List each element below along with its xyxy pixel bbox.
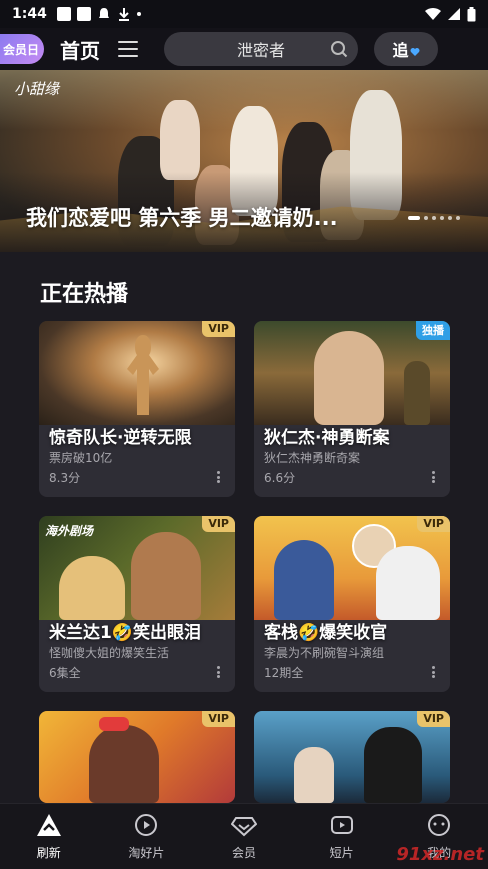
battery-icon: [467, 6, 476, 21]
figure-silhouette: [364, 727, 422, 803]
card-rating: 6.6分: [264, 471, 296, 485]
figure-silhouette: [127, 335, 159, 415]
follow-button[interactable]: 追: [374, 32, 438, 66]
bell-icon: [98, 8, 109, 18]
card-title: 米兰达1🤣笑出眼泪: [49, 623, 201, 643]
hero-banner[interactable]: 小甜缘 我们恋爱吧 第六季 男二邀请奶...: [0, 70, 488, 252]
figure-silhouette: [59, 556, 125, 620]
figure-silhouette: [274, 540, 334, 620]
video-card[interactable]: 海外剧场 VIP 米兰达1🤣笑出眼泪 怪咖傻大姐的爆笑生活 6集全: [39, 516, 235, 692]
play-circle-icon: [135, 814, 158, 836]
search-placeholder: 泄密者: [236, 41, 285, 60]
watermark: 91xz.net: [396, 844, 484, 865]
carousel-dot: [440, 216, 444, 220]
carousel-dot: [424, 216, 428, 220]
follow-label: 追: [392, 41, 409, 60]
overseas-drama-tag: 海外剧场: [45, 524, 94, 538]
carousel-dot: [448, 216, 452, 220]
figure-silhouette: [131, 532, 201, 620]
profile-icon: [428, 814, 451, 836]
dot-icon: [136, 12, 141, 16]
nav-label: 淘好片: [128, 846, 165, 860]
nav-shorts[interactable]: 短片: [302, 812, 382, 861]
card-title: 惊奇队长·逆转无限: [49, 428, 192, 448]
figure-silhouette: [404, 361, 430, 425]
notification-square-icon: [76, 7, 91, 21]
brand-logo: 小甜缘: [14, 80, 60, 98]
nav-label: 会员: [231, 846, 256, 860]
vip-badge: VIP: [202, 516, 235, 532]
menu-icon[interactable]: [118, 41, 138, 57]
figure-silhouette: [89, 725, 159, 803]
vip-badge: VIP: [202, 711, 235, 727]
nav-label: 刷新: [36, 846, 61, 860]
poster-image: 独播: [254, 321, 450, 425]
poster-image: VIP: [39, 321, 235, 425]
video-card[interactable]: 独播 狄仁杰·神勇断案 狄仁杰神勇断奇案 6.6分: [254, 321, 450, 497]
banner-person: [160, 100, 200, 180]
nav-vip[interactable]: 会员: [204, 812, 284, 861]
search-input[interactable]: 泄密者: [164, 32, 358, 66]
vip-day-button[interactable]: 会员日: [0, 34, 44, 64]
refresh-triangle-icon: [36, 814, 61, 836]
poster-image: 海外剧场 VIP: [39, 516, 235, 620]
vip-badge: VIP: [417, 711, 450, 727]
notification-square-icon: [56, 7, 71, 21]
more-options-icon[interactable]: [217, 471, 221, 483]
more-options-icon[interactable]: [432, 471, 436, 483]
signal-icon: [448, 8, 460, 20]
more-options-icon[interactable]: [217, 666, 221, 678]
vip-badge: VIP: [202, 321, 235, 337]
carousel-dot: [456, 216, 460, 220]
card-episodes: 12期全: [264, 666, 304, 680]
vip-badge: VIP: [417, 516, 450, 532]
poster-image: VIP: [39, 711, 235, 803]
video-card[interactable]: VIP 客栈🤣爆笑收官 李晨为不刷碗智斗演组 12期全: [254, 516, 450, 692]
heart-icon: [410, 48, 419, 56]
carousel-dot: [432, 216, 436, 220]
poster-image: VIP: [254, 711, 450, 803]
top-bar: 会员日 首页 泄密者 追: [0, 28, 488, 70]
banner-title[interactable]: 我们恋爱吧 第六季 男二邀请奶...: [26, 202, 338, 232]
section-title: 正在热播: [40, 282, 129, 307]
card-subtitle: 李晨为不刷碗智斗演组: [264, 646, 385, 660]
page-title: 首页: [60, 38, 100, 63]
card-title: 狄仁杰·神勇断案: [264, 428, 390, 448]
figure-silhouette: [314, 331, 384, 425]
diamond-icon: [230, 817, 257, 837]
figure-silhouette: [294, 747, 334, 803]
more-options-icon[interactable]: [432, 666, 436, 678]
exclusive-badge: 独播: [416, 321, 450, 340]
wifi-icon: [425, 7, 441, 21]
search-icon[interactable]: [330, 40, 348, 58]
nav-label: 短片: [329, 846, 354, 860]
card-subtitle: 怪咖傻大姐的爆笑生活: [49, 646, 170, 660]
carousel-dots: [408, 216, 460, 220]
short-video-icon: [330, 816, 353, 834]
status-bar: 1:44: [0, 0, 488, 28]
card-title: 客栈🤣爆笑收官: [264, 623, 388, 643]
card-subtitle: 狄仁杰神勇断奇案: [264, 451, 361, 465]
nav-refresh[interactable]: 刷新: [9, 812, 89, 861]
video-card[interactable]: VIP: [254, 711, 450, 803]
video-card[interactable]: VIP: [39, 711, 235, 803]
carousel-dot: [408, 216, 420, 220]
card-rating: 8.3分: [49, 471, 81, 485]
download-icon: [118, 8, 129, 21]
video-card[interactable]: VIP 惊奇队长·逆转无限 票房破10亿 8.3分: [39, 321, 235, 497]
nav-browse[interactable]: 淘好片: [106, 812, 186, 861]
status-time: 1:44: [12, 6, 47, 22]
figure-silhouette: [376, 546, 440, 620]
card-subtitle: 票房破10亿: [49, 451, 113, 465]
card-episodes: 6集全: [49, 666, 81, 680]
poster-image: VIP: [254, 516, 450, 620]
bow-decoration: [99, 717, 129, 731]
